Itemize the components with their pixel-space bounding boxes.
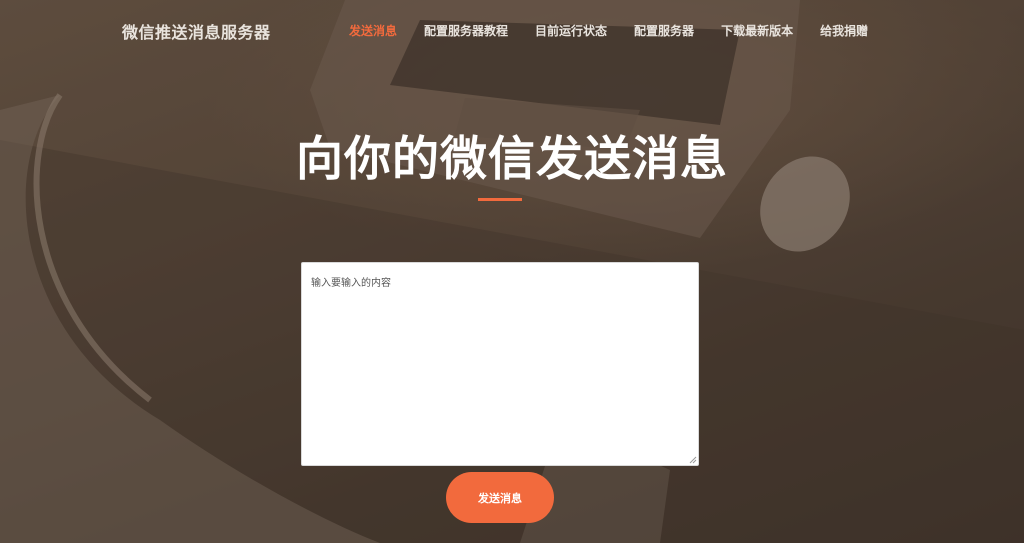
nav-item-download-latest[interactable]: 下载最新版本 <box>721 22 793 39</box>
page-title: 向你的微信发送消息 <box>296 132 728 187</box>
message-textarea[interactable] <box>301 262 699 466</box>
nav-menu: 发送消息 配置服务器教程 目前运行状态 配置服务器 下载最新版本 给我捐赠 <box>349 22 868 39</box>
brand-title[interactable]: 微信推送消息服务器 <box>122 19 271 43</box>
nav-item-server-config-tutorial[interactable]: 配置服务器教程 <box>424 22 508 39</box>
resize-handle-icon[interactable] <box>689 456 697 464</box>
send-message-button[interactable]: 发送消息 <box>446 472 554 523</box>
nav-item-donate[interactable]: 给我捐赠 <box>820 22 868 39</box>
top-navbar: 微信推送消息服务器 发送消息 配置服务器教程 目前运行状态 配置服务器 下载最新… <box>0 0 1024 62</box>
nav-item-running-status[interactable]: 目前运行状态 <box>535 22 607 39</box>
page: 微信推送消息服务器 发送消息 配置服务器教程 目前运行状态 配置服务器 下载最新… <box>0 0 1024 543</box>
nav-item-send-message[interactable]: 发送消息 <box>349 22 397 39</box>
nav-item-configure-server[interactable]: 配置服务器 <box>634 22 694 39</box>
title-divider <box>478 198 522 201</box>
